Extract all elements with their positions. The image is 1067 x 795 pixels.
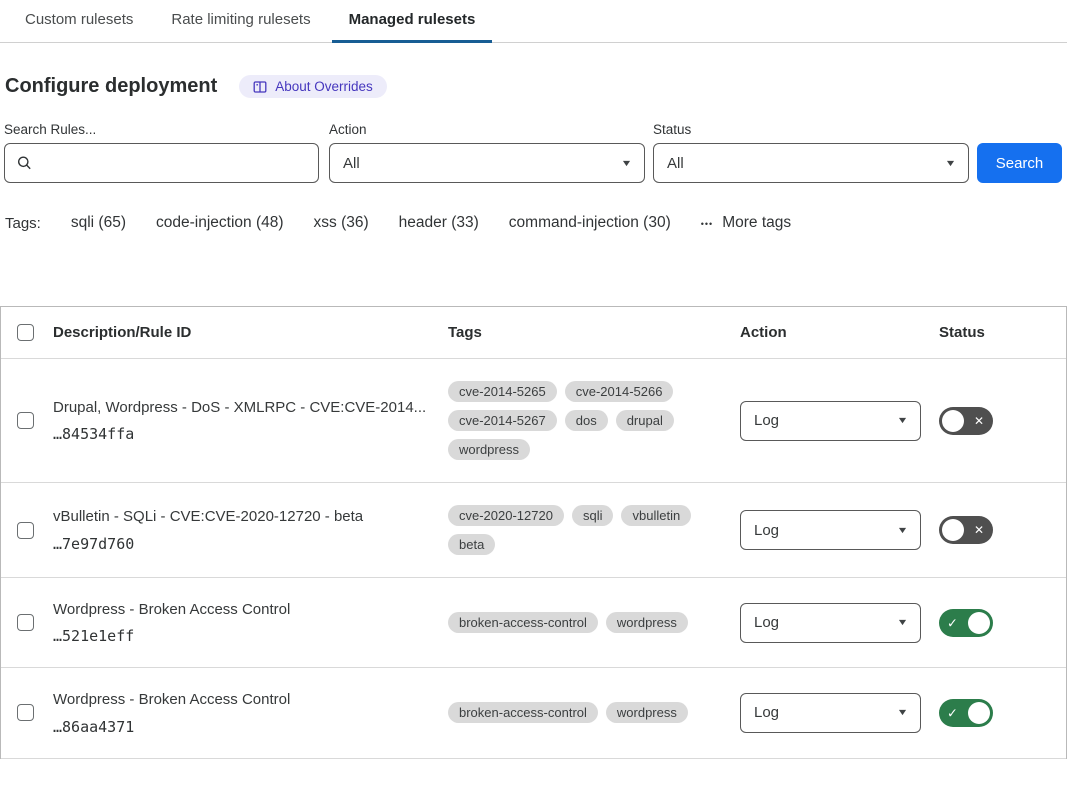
action-filter-label: Action xyxy=(329,122,645,137)
tag-pill: cve-2014-5267 xyxy=(448,410,557,431)
row-checkbox[interactable] xyxy=(17,412,34,429)
tag-pill: wordpress xyxy=(606,612,688,633)
book-icon xyxy=(253,80,267,94)
more-tags-label: More tags xyxy=(722,214,791,232)
tab-bar: Custom rulesets Rate limiting rulesets M… xyxy=(0,0,1067,43)
tag-pill: dos xyxy=(565,410,608,431)
chevron-down-icon: ▼ xyxy=(897,416,909,425)
tag-pill: vbulletin xyxy=(621,505,691,526)
row-checkbox[interactable] xyxy=(17,614,34,631)
toggle-knob xyxy=(942,519,964,541)
row-action-select[interactable]: Log ▼ xyxy=(740,693,921,733)
x-icon: ✕ xyxy=(974,524,984,536)
tag-pill: cve-2014-5266 xyxy=(565,381,674,402)
tab-managed-rulesets[interactable]: Managed rulesets xyxy=(332,1,493,43)
tab-custom-rulesets[interactable]: Custom rulesets xyxy=(8,1,150,43)
about-overrides-link[interactable]: About Overrides xyxy=(239,75,387,98)
rule-id: …84534ffa xyxy=(53,425,428,443)
tag-pill: broken-access-control xyxy=(448,612,598,633)
chevron-down-icon: ▼ xyxy=(897,618,909,627)
tag-filter-xss[interactable]: xss (36) xyxy=(314,214,369,232)
row-action-value: Log xyxy=(754,522,779,539)
tag-filter-header[interactable]: header (33) xyxy=(399,214,479,232)
rule-id: …521e1eff xyxy=(53,627,428,645)
search-input-wrap xyxy=(4,143,319,183)
x-icon: ✕ xyxy=(974,415,984,427)
tag-pill: cve-2014-5265 xyxy=(448,381,557,402)
page-title: Configure deployment xyxy=(5,75,217,98)
row-action-value: Log xyxy=(754,704,779,721)
row-checkbox[interactable] xyxy=(17,704,34,721)
search-icon xyxy=(17,156,32,171)
status-filter-value: All xyxy=(667,155,684,172)
table-row: Wordpress - Broken Access Control …521e1… xyxy=(1,578,1066,668)
status-filter-select[interactable]: All ▼ xyxy=(653,143,969,183)
row-action-select[interactable]: Log ▼ xyxy=(740,603,921,643)
tag-filter-command-injection[interactable]: command-injection (30) xyxy=(509,214,671,232)
rule-description: vBulletin - SQLi - CVE:CVE-2020-12720 - … xyxy=(53,507,428,527)
status-toggle[interactable]: ✓ ✕ xyxy=(939,407,993,435)
row-action-value: Log xyxy=(754,614,779,631)
tags-bar-label: Tags: xyxy=(5,215,41,232)
tag-filter-sqli[interactable]: sqli (65) xyxy=(71,214,126,232)
search-rules-input[interactable] xyxy=(5,144,318,182)
column-header-action: Action xyxy=(740,324,939,341)
status-toggle[interactable]: ✓ ✕ xyxy=(939,516,993,544)
column-header-tags: Tags xyxy=(448,324,740,341)
table-row: vBulletin - SQLi - CVE:CVE-2020-12720 - … xyxy=(1,483,1066,578)
check-icon: ✓ xyxy=(947,616,958,629)
tag-filter-code-injection[interactable]: code-injection (48) xyxy=(156,214,284,232)
rule-id: …7e97d760 xyxy=(53,535,428,553)
row-checkbox[interactable] xyxy=(17,522,34,539)
row-action-select[interactable]: Log ▼ xyxy=(740,401,921,441)
action-filter-value: All xyxy=(343,155,360,172)
tag-pill: broken-access-control xyxy=(448,702,598,723)
rule-description: Wordpress - Broken Access Control xyxy=(53,690,428,710)
rule-description: Drupal, Wordpress - DoS - XMLRPC - CVE:C… xyxy=(53,398,428,418)
toggle-knob xyxy=(968,702,990,724)
column-header-status: Status xyxy=(939,324,1066,341)
table-row: Drupal, Wordpress - DoS - XMLRPC - CVE:C… xyxy=(1,359,1066,483)
rule-description: Wordpress - Broken Access Control xyxy=(53,600,428,620)
tags-bar: Tags: sqli (65) code-injection (48) xss … xyxy=(0,214,1067,232)
check-icon: ✓ xyxy=(947,706,958,719)
table-header-row: Description/Rule ID Tags Action Status xyxy=(1,307,1066,359)
toggle-knob xyxy=(942,410,964,432)
rules-table: Description/Rule ID Tags Action Status D… xyxy=(0,306,1067,759)
toggle-knob xyxy=(968,612,990,634)
status-toggle[interactable]: ✓ ✕ xyxy=(939,699,993,727)
filter-bar: Search Rules... Action All ▼ Status All … xyxy=(0,122,1067,183)
tag-pill: beta xyxy=(448,534,495,555)
tag-pill: wordpress xyxy=(448,439,530,460)
chevron-down-icon: ▼ xyxy=(621,159,633,168)
row-action-select[interactable]: Log ▼ xyxy=(740,510,921,550)
search-rules-label: Search Rules... xyxy=(4,122,319,137)
tag-pill: wordpress xyxy=(606,702,688,723)
action-filter-select[interactable]: All ▼ xyxy=(329,143,645,183)
tag-pill: sqli xyxy=(572,505,614,526)
chevron-down-icon: ▼ xyxy=(897,526,909,535)
tag-pill: drupal xyxy=(616,410,674,431)
table-row: Wordpress - Broken Access Control …86aa4… xyxy=(1,668,1066,758)
tag-pill: cve-2020-12720 xyxy=(448,505,564,526)
more-tags-button[interactable]: ••• More tags xyxy=(701,214,791,232)
status-toggle[interactable]: ✓ ✕ xyxy=(939,609,993,637)
select-all-checkbox[interactable] xyxy=(17,324,34,341)
tab-rate-limiting-rulesets[interactable]: Rate limiting rulesets xyxy=(154,1,327,43)
column-header-description: Description/Rule ID xyxy=(53,324,448,341)
row-action-value: Log xyxy=(754,412,779,429)
ellipsis-icon: ••• xyxy=(701,219,713,229)
chevron-down-icon: ▼ xyxy=(945,159,957,168)
about-overrides-label: About Overrides xyxy=(275,79,373,94)
chevron-down-icon: ▼ xyxy=(897,708,909,717)
status-filter-label: Status xyxy=(653,122,969,137)
page-header: Configure deployment About Overrides xyxy=(0,75,1067,98)
search-button[interactable]: Search xyxy=(977,143,1062,183)
rule-id: …86aa4371 xyxy=(53,718,428,736)
